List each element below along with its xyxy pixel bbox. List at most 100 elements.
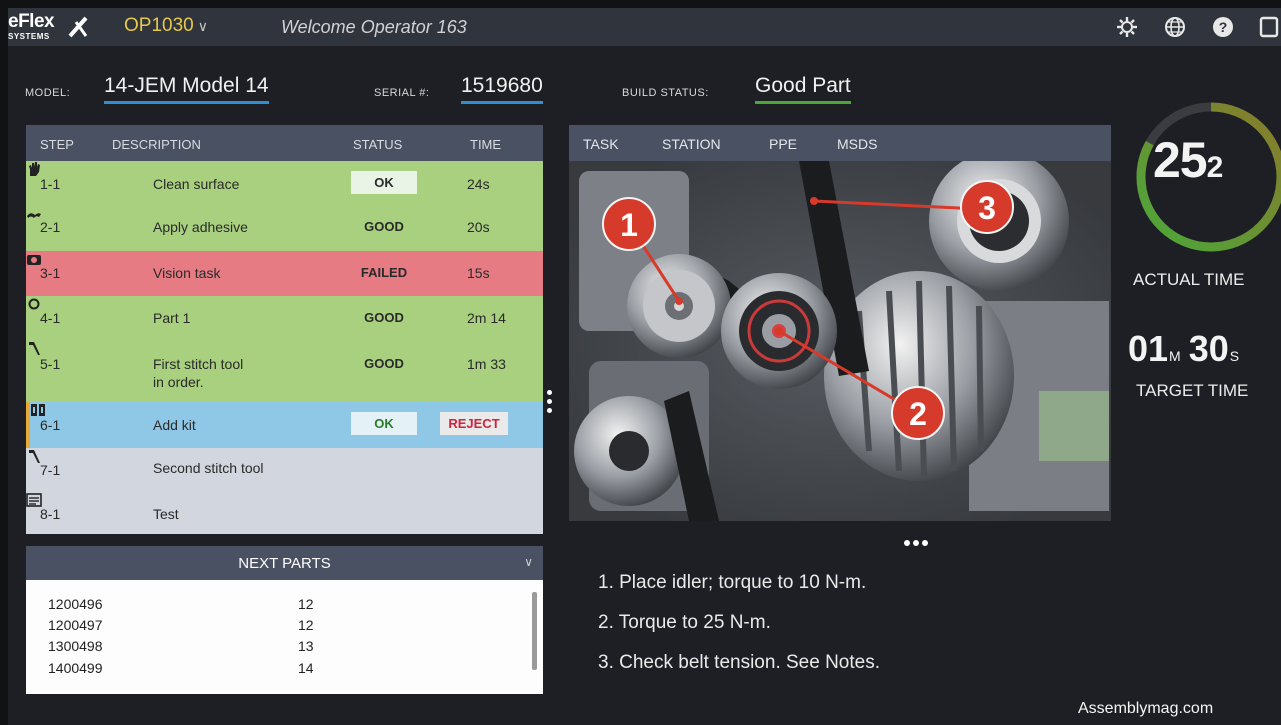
- chevron-down-icon: ∨: [197, 18, 208, 34]
- marker-2: 2: [891, 386, 945, 440]
- scrollbar[interactable]: [532, 592, 537, 670]
- step-number: 8-1: [40, 506, 61, 522]
- part-qty: 12: [298, 596, 314, 612]
- step-description-line2: in order.: [153, 374, 204, 390]
- step-description: Second stitch tool: [153, 460, 264, 476]
- hand-icon: [29, 162, 40, 176]
- status-ok: OK: [351, 171, 417, 194]
- step-row[interactable]: 8-1 Test: [26, 492, 543, 534]
- ok-button-label: OK: [351, 412, 417, 435]
- marker-3: 3: [960, 180, 1014, 234]
- step-row[interactable]: 2-1 Apply adhesive GOOD 20s: [26, 206, 543, 251]
- column-step: STEP: [40, 137, 74, 152]
- instruction-line: 1. Place idler; torque to 10 N-m.: [598, 572, 867, 593]
- model-value: 14-JEM Model 14: [104, 74, 269, 104]
- list-item: 1200497 12: [48, 617, 348, 633]
- part-number: 1200496: [48, 596, 103, 612]
- instruction-line: 2. Torque to 25 N-m.: [598, 612, 771, 633]
- step-number: 7-1: [40, 462, 61, 478]
- steps-table-header: STEP DESCRIPTION STATUS TIME: [26, 125, 543, 161]
- part-qty: 13: [298, 638, 314, 654]
- panel-resize-handle[interactable]: [547, 390, 553, 420]
- status-badge: OK: [351, 171, 417, 194]
- svg-text:3: 3: [978, 190, 996, 226]
- step-row[interactable]: 5-1 First stitch tool in order. GOOD 1m …: [26, 340, 543, 402]
- serial-value: 1519680: [461, 74, 543, 104]
- panel-icon[interactable]: [1258, 16, 1280, 38]
- reject-button[interactable]: REJECT: [440, 412, 508, 435]
- step-time: 15s: [467, 265, 490, 281]
- top-bar: eFlex SYSTEMS OP1030 ∨ Welcome Operator 1…: [8, 8, 1281, 46]
- step-row[interactable]: 7-1 Second stitch tool: [26, 448, 543, 492]
- step-number: 2-1: [40, 219, 61, 235]
- step-time: 1m 33: [467, 356, 506, 372]
- step-description: First stitch tool: [153, 356, 244, 372]
- step-description: Add kit: [153, 417, 196, 433]
- tab-station[interactable]: STATION: [662, 136, 721, 152]
- step-description: Clean surface: [153, 176, 240, 192]
- marker-1: 1: [602, 197, 656, 251]
- operation-selector[interactable]: OP1030 ∨: [124, 15, 208, 37]
- engine-photo: 1 2 3: [569, 161, 1111, 521]
- column-description: DESCRIPTION: [112, 137, 201, 152]
- step-description: Part 1: [153, 310, 191, 326]
- step-number: 4-1: [40, 310, 61, 326]
- part-qty: 12: [298, 617, 314, 633]
- image-resize-handle[interactable]: [904, 533, 934, 546]
- kit-icon: [31, 404, 45, 416]
- next-parts-title: NEXT PARTS: [238, 555, 331, 572]
- tab-ppe[interactable]: PPE: [769, 136, 797, 152]
- actual-time-value: 252: [1153, 132, 1223, 188]
- step-time: 24s: [467, 176, 490, 192]
- task-tabs: TASK STATION PPE MSDS: [569, 125, 1111, 161]
- stitch-tool-icon: [29, 342, 40, 355]
- actual-time-label: ACTUAL TIME: [1133, 270, 1245, 289]
- part-number: 1400499: [48, 660, 103, 676]
- next-parts-header[interactable]: NEXT PARTS ∨: [26, 546, 543, 580]
- step-description: Apply adhesive: [153, 219, 248, 235]
- logo-swoosh-icon: [68, 16, 88, 38]
- eflex-logo: eFlex SYSTEMS: [8, 11, 88, 43]
- ok-button[interactable]: OK: [351, 412, 417, 435]
- svg-text:1: 1: [620, 207, 638, 243]
- globe-icon[interactable]: [1164, 16, 1186, 38]
- step-number: 6-1: [40, 417, 61, 433]
- step-time: 20s: [467, 219, 490, 235]
- target-time-label: TARGET TIME: [1136, 381, 1249, 400]
- column-time: TIME: [470, 137, 502, 152]
- svg-text:?: ?: [1219, 19, 1228, 35]
- gear-icon[interactable]: [1116, 16, 1138, 38]
- part-qty: 14: [298, 660, 314, 676]
- status-text: GOOD: [364, 356, 404, 371]
- next-parts-list: 1200496 12 1200497 12 1300498 13 1400499…: [26, 580, 543, 694]
- model-label: MODEL:: [25, 87, 71, 99]
- target-time-value: 01M 30S: [1128, 328, 1240, 369]
- step-row-active[interactable]: 6-1 Add kit OK REJECT: [26, 402, 543, 448]
- status-text: GOOD: [364, 310, 404, 325]
- chevron-down-icon[interactable]: ∨: [524, 555, 533, 569]
- source-credit: Assemblymag.com: [1078, 700, 1214, 717]
- step-row[interactable]: 1-1 Clean surface OK 24s: [26, 161, 543, 206]
- list-item: 1300498 13: [48, 638, 348, 654]
- step-number: 1-1: [40, 176, 61, 192]
- step-number: 5-1: [40, 356, 61, 372]
- tab-msds[interactable]: MSDS: [837, 136, 877, 152]
- tab-task[interactable]: TASK: [583, 136, 619, 152]
- svg-text:2: 2: [909, 396, 927, 432]
- build-status-value: Good Part: [755, 74, 851, 104]
- serial-label: SERIAL #:: [374, 87, 430, 99]
- engine-illustration: 1 2 3: [569, 161, 1111, 521]
- welcome-message: Welcome Operator 163: [281, 17, 467, 37]
- part-number: 1300498: [48, 638, 103, 654]
- instruction-line: 3. Check belt tension. See Notes.: [598, 652, 880, 673]
- build-status-label: BUILD STATUS:: [622, 87, 709, 99]
- step-number: 3-1: [40, 265, 61, 281]
- status-text: GOOD: [364, 219, 404, 234]
- status-text: FAILED: [360, 265, 408, 280]
- step-row[interactable]: 4-1 Part 1 GOOD 2m 14: [26, 296, 543, 340]
- part-number: 1200497: [48, 617, 103, 633]
- step-row[interactable]: 3-1 Vision task FAILED 15s: [26, 251, 543, 296]
- help-icon[interactable]: ?: [1212, 16, 1234, 38]
- operation-label: OP1030: [124, 15, 194, 36]
- column-status: STATUS: [353, 137, 403, 152]
